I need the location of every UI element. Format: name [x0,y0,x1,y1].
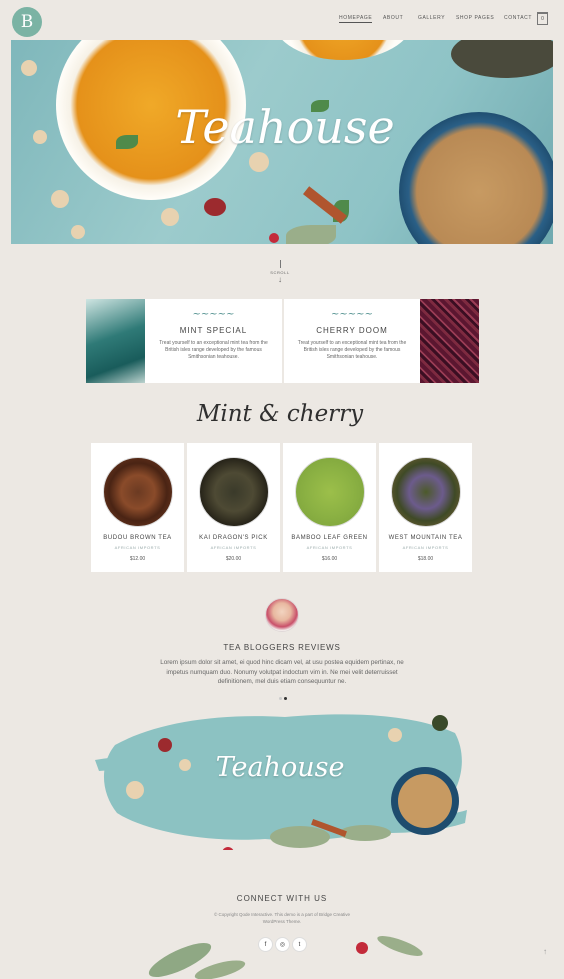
product-category: AFRICAN IMPORTS [114,545,161,550]
dried-flower-icon [71,225,85,239]
rosebud-icon [204,198,226,216]
product-category: AFRICAN IMPORTS [402,545,449,550]
mint-leaf-icon [116,135,138,149]
product-name[interactable]: BAMBOO LEAF GREEN [283,535,376,541]
tea-cup-image-2 [273,40,413,60]
hero-title: Teahouse [175,100,395,154]
logo[interactable]: B [12,7,42,37]
product-name[interactable]: WEST MOUNTAIN TEA [379,535,472,541]
product-name[interactable]: KAI DRAGON'S PICK [187,535,280,541]
product-category: AFRICAN IMPORTS [210,545,257,550]
scroll-line [280,260,281,268]
product-image[interactable] [199,457,269,527]
nav-homepage[interactable]: HOMEPAGE [339,15,373,23]
leaves-decoration [148,943,246,979]
product-card[interactable]: KAI DRAGON'S PICK AFRICAN IMPORTS $20.00 [187,443,280,572]
nav-gallery[interactable]: GALLERY [418,15,445,21]
carousel-dot[interactable] [279,697,282,700]
product-image[interactable] [103,457,173,527]
berry-icon [269,233,279,243]
reviewer-avatar [265,598,299,632]
connect-title: CONNECT WITH US [236,894,328,903]
nav-shop-pages[interactable]: SHOP PAGES [456,15,494,21]
feature-title: MINT SPECIAL [179,326,248,335]
cherry-tea-image [420,299,479,383]
loose-tea-spoon-image [451,40,553,78]
feature-text: Treat yourself to an exceptional mint te… [297,340,407,360]
feature-title: CHERRY DOOM [316,326,388,335]
back-to-top-icon[interactable]: ↑ [543,947,547,956]
product-name[interactable]: BUDOU BROWN TEA [91,535,184,541]
nav-about[interactable]: ABOUT [383,15,403,21]
mint-tea-image [86,299,145,383]
reviews-title: TEA BLOGGERS REVIEWS [223,643,341,652]
copyright-text: © Copyright Qode Interactive. This demo … [213,912,351,924]
dried-flowers-bowl-image [399,112,553,244]
product-image[interactable] [295,457,365,527]
product-card[interactable]: WEST MOUNTAIN TEA AFRICAN IMPORTS $18.00 [379,443,472,572]
product-price: $16.00 [321,556,338,562]
feature-card-cherry: ~~~~~ CHERRY DOOM Treat yourself to an e… [284,299,420,383]
twitter-icon[interactable]: t [292,937,307,952]
dried-flower-icon [51,190,69,208]
dried-flower-icon [21,60,37,76]
feature-text: Treat yourself to an exceptional mint te… [159,340,268,360]
feature-card-mint: ~~~~~ MINT SPECIAL Treat yourself to an … [145,299,282,383]
bay-leaf-icon [286,225,336,244]
product-category: AFRICAN IMPORTS [306,545,353,550]
ornament-icon: ~~~~~ [192,309,235,320]
section-title: Mint & cherry [196,401,364,427]
ornament-icon: ~~~~~ [331,309,373,320]
review-text: Lorem ipsum dolor sit amet, ei quod hinc… [160,659,404,685]
product-price: $12.00 [129,556,146,562]
product-price: $18.00 [417,556,434,562]
dried-flower-icon [33,130,47,144]
dried-flower-icon [249,152,269,172]
product-image[interactable] [391,457,461,527]
product-card[interactable]: BAMBOO LEAF GREEN AFRICAN IMPORTS $16.00 [283,443,376,572]
banner-title: Teahouse [215,752,345,783]
product-price: $20.00 [225,556,242,562]
leaf-berry-decoration [356,936,423,956]
nav-contact[interactable]: CONTACT [504,15,532,21]
dried-flower-icon [161,208,179,226]
product-card[interactable]: BUDOU BROWN TEA AFRICAN IMPORTS $12.00 [91,443,184,572]
cart-icon[interactable]: 0 [537,12,548,25]
carousel-dot-active[interactable] [284,697,287,700]
scroll-down-icon[interactable]: ↓ [276,275,284,284]
